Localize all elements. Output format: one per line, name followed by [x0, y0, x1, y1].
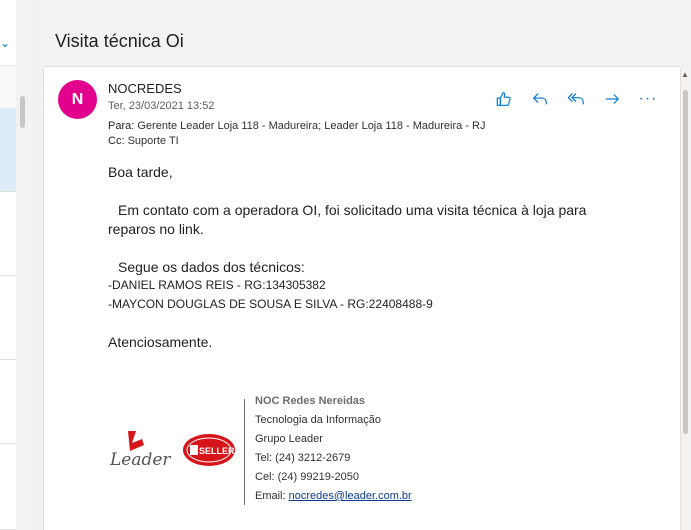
forward-button[interactable] [600, 89, 624, 109]
body-tech2: -MAYCON DOUGLAS DE SOUSA E SILVA - RG:22… [108, 297, 433, 311]
signature-cel: Cel: (24) 99219-2050 [255, 471, 359, 483]
list-item[interactable] [0, 360, 16, 444]
reply-icon [532, 93, 547, 105]
seller-logo: SELLER [183, 434, 235, 466]
more-actions-button[interactable]: ··· [636, 89, 660, 109]
body-para2: Segue os dados dos técnicos: [118, 259, 305, 275]
scroll-up-icon[interactable]: ▲ [681, 70, 689, 79]
reading-scrollbar[interactable] [683, 90, 688, 434]
cc-line: Cc: Suporte TI [108, 135, 179, 147]
list-scrollbar[interactable] [20, 96, 25, 128]
email-subject: Visita técnica Oi [55, 31, 184, 51]
body-para1-line1: Em contato com a operadora OI, foi solic… [118, 202, 587, 218]
list-item[interactable] [0, 444, 16, 530]
signature-email-label: Email: [255, 490, 286, 502]
body-tech1: -DANIEL RAMOS REIS - RG:134305382 [108, 278, 326, 292]
list-item[interactable] [0, 192, 16, 276]
email-card: N NOCREDES Ter, 23/03/2021 13:52 Para: G… [43, 66, 681, 530]
signature-email-link[interactable]: nocredes@leader.com.br [289, 490, 412, 502]
like-icon [496, 92, 511, 106]
cc-label: Cc: [108, 135, 125, 147]
list-item-selected[interactable] [0, 108, 16, 192]
like-button[interactable] [492, 89, 516, 109]
body-closing: Atenciosamente. [108, 334, 213, 350]
body-greeting: Boa tarde, [108, 164, 173, 180]
sender-avatar[interactable]: N [58, 80, 97, 119]
signature-divider [244, 399, 245, 505]
message-actions: ··· [492, 89, 660, 109]
signature-tel: Tel: (24) 3212-2679 [255, 452, 351, 464]
more-icon: ··· [638, 90, 658, 107]
seller-logo-text: SELLER [199, 446, 235, 456]
message-list-pane: ⌄ [0, 0, 16, 530]
to-value[interactable]: Gerente Leader Loja 118 - Madureira; Lea… [137, 120, 485, 132]
cc-value[interactable]: Suporte TI [128, 135, 179, 147]
email-date: Ter, 23/03/2021 13:52 [108, 100, 215, 112]
to-line: Para: Gerente Leader Loja 118 - Madureir… [108, 120, 485, 132]
sender-name[interactable]: NOCREDES [108, 81, 182, 96]
forward-icon [605, 94, 620, 104]
chevron-down-icon[interactable]: ⌄ [0, 36, 10, 50]
message-list-header: ⌄ [0, 0, 16, 66]
reading-pane: Visita técnica Oi N NOCREDES Ter, 23/03/… [35, 0, 691, 530]
body-para1-line2: reparos no link. [108, 221, 204, 237]
leader-logo: Leader [109, 431, 171, 470]
signature-email-line: Email: nocredes@leader.com.br [255, 490, 412, 502]
signature-line1: Tecnologia da Informação [255, 414, 381, 426]
leader-logo-text: Leader [109, 450, 171, 470]
reply-all-icon [567, 93, 584, 105]
to-label: Para: [108, 120, 135, 132]
avatar-initial: N [71, 90, 84, 108]
signature-title: NOC Redes Nereidas [255, 395, 366, 407]
reply-button[interactable] [528, 89, 552, 109]
reply-all-button[interactable] [564, 89, 588, 109]
signature-line2: Grupo Leader [255, 433, 323, 445]
list-item[interactable] [0, 276, 16, 360]
